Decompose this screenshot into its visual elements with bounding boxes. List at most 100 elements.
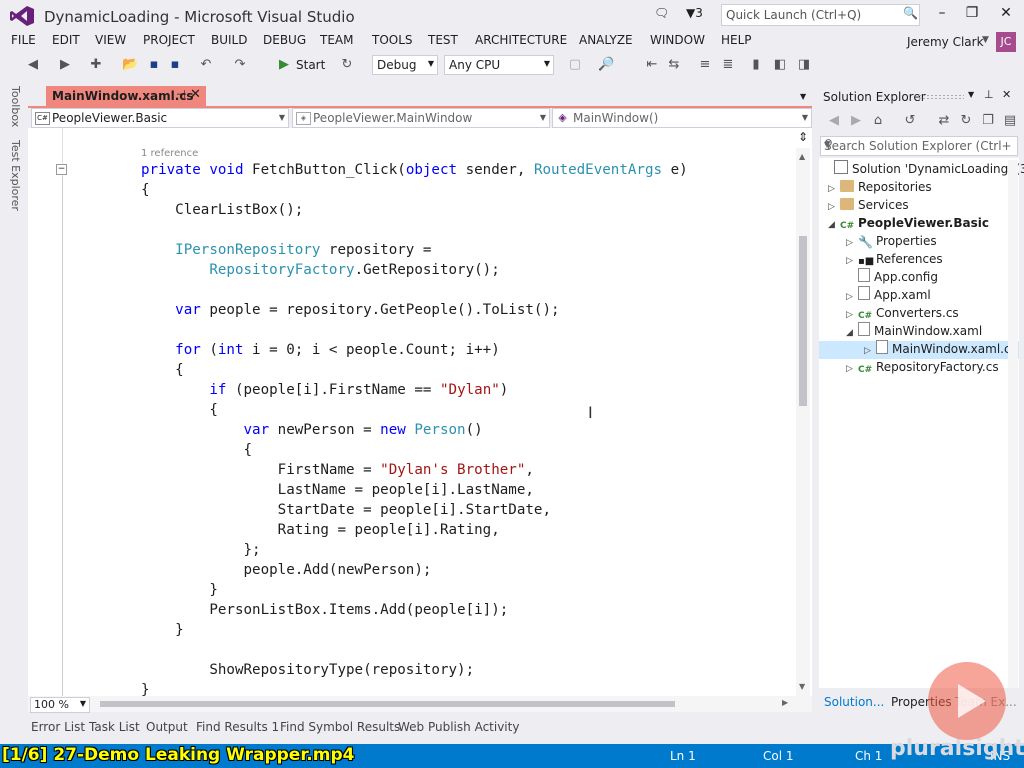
tab-task-list[interactable]: Task List <box>89 720 140 734</box>
tab-find-results-1[interactable]: Find Results 1 <box>196 720 279 734</box>
minimize-button[interactable]: – <box>928 5 956 25</box>
close-panel-icon[interactable]: ✕ <box>1002 88 1011 101</box>
tab-overflow-icon[interactable]: ▼ <box>800 92 806 101</box>
user-dropdown-icon[interactable]: ▼ <box>982 35 989 45</box>
notification-icon[interactable]: 🗨 <box>654 6 669 20</box>
project-nav-dropdown[interactable]: C# PeopleViewer.Basic ▼ <box>31 108 289 128</box>
user-name[interactable]: Jeremy Clark <box>907 35 984 49</box>
home-icon[interactable]: ⌂ <box>870 113 886 129</box>
editor-vertical-scrollbar[interactable] <box>796 148 810 696</box>
feedback-filter-icon[interactable]: ▼3 <box>686 6 703 20</box>
configuration-dropdown[interactable]: Debug ▼ <box>372 55 438 75</box>
tab-find-symbol-results[interactable]: Find Symbol Results <box>280 720 400 734</box>
save-all-icon[interactable]: ▪ <box>167 57 183 73</box>
tree-item-properties[interactable]: ▷ 🔧 Properties <box>846 232 937 250</box>
properties-icon[interactable]: ▤ <box>1002 113 1018 129</box>
bookmark-icon[interactable]: ▮ <box>748 57 764 73</box>
horizontal-scroll-thumb[interactable] <box>100 701 675 707</box>
menu-architecture[interactable]: ARCHITECTURE <box>475 33 567 47</box>
find-icon[interactable]: 🔎 <box>598 57 614 73</box>
member-nav-dropdown[interactable]: ◈ MainWindow() ▼ <box>552 108 812 128</box>
back-icon[interactable]: ◀ <box>25 57 41 73</box>
menu-edit[interactable]: EDIT <box>52 33 80 47</box>
collapse-all-icon[interactable]: ❐ <box>980 113 996 129</box>
collapse-region-icon[interactable]: − <box>56 164 67 175</box>
menu-window[interactable]: WINDOW <box>650 33 705 47</box>
tree-item-app-config[interactable]: App.config <box>858 268 938 286</box>
tree-item-solution[interactable]: Solution 'DynamicLoading' (3 p <box>834 160 1024 178</box>
sync-icon[interactable]: ⇆ <box>666 57 682 73</box>
tab-error-list[interactable]: Error List <box>31 720 85 734</box>
menu-team[interactable]: TEAM <box>320 33 353 47</box>
code-lens-reference[interactable]: 1 reference <box>141 148 198 159</box>
undo-icon[interactable]: ↶ <box>198 57 214 73</box>
uncomment-icon[interactable]: ≣ <box>720 57 736 73</box>
tab-web-publish-activity[interactable]: Web Publish Activity <box>398 720 519 734</box>
start-button[interactable]: Start <box>296 58 325 72</box>
refresh-icon[interactable]: ↻ <box>339 57 355 73</box>
tree-item-app-xaml[interactable]: ▷ App.xaml <box>846 286 931 304</box>
scroll-thumb[interactable] <box>799 236 807 406</box>
collapse-icon[interactable]: ◢ <box>846 324 858 342</box>
play-overlay-icon[interactable] <box>928 662 1006 740</box>
new-project-icon[interactable]: ✚ <box>88 57 104 73</box>
menu-test[interactable]: TEST <box>428 33 458 47</box>
navigate-icon[interactable]: ⇤ <box>644 57 660 73</box>
history-icon[interactable]: ↺ <box>902 113 918 129</box>
save-icon[interactable]: ▪ <box>146 57 162 73</box>
tab-solution-explorer[interactable]: Solution... <box>824 695 884 709</box>
tree-item-mainwindow-xaml[interactable]: ◢ MainWindow.xaml <box>846 322 982 340</box>
menu-help[interactable]: HELP <box>721 33 752 47</box>
forward-icon[interactable]: ▶ <box>57 57 73 73</box>
expand-icon[interactable]: ▷ <box>846 252 858 270</box>
start-icon[interactable]: ▶ <box>276 57 292 73</box>
redo-icon[interactable]: ↷ <box>232 57 248 73</box>
refresh-icon[interactable]: ↻ <box>958 113 974 129</box>
window-position-icon[interactable]: ▼ <box>968 90 974 99</box>
pin-icon[interactable]: ⊣ <box>176 88 186 101</box>
menu-file[interactable]: FILE <box>11 33 36 47</box>
tree-item-services[interactable]: ▷ Services <box>828 196 909 214</box>
tree-scrollbar[interactable] <box>1008 160 1018 688</box>
tree-item-converters[interactable]: ▷ C# Converters.cs <box>846 304 959 322</box>
attach-icon[interactable]: ▢ <box>567 57 583 73</box>
menu-analyze[interactable]: ANALYZE <box>579 33 633 47</box>
avatar[interactable]: JC <box>996 32 1016 52</box>
tree-item-repositories[interactable]: ▷ Repositories <box>828 178 932 196</box>
next-bookmark-icon[interactable]: ◨ <box>796 57 812 73</box>
close-tab-icon[interactable]: ✕ <box>190 87 201 102</box>
platform-dropdown[interactable]: Any CPU ▼ <box>444 55 554 75</box>
menu-view[interactable]: VIEW <box>95 33 126 47</box>
back-icon[interactable]: ◀ <box>826 113 842 129</box>
tab-output[interactable]: Output <box>146 720 188 734</box>
tree-item-peopleviewer-basic[interactable]: ◢ C# PeopleViewer.Basic <box>828 214 989 232</box>
tree-item-references[interactable]: ▷ ▪■ References <box>846 250 943 268</box>
comment-icon[interactable]: ≡ <box>697 57 713 73</box>
menu-build[interactable]: BUILD <box>211 33 247 47</box>
menu-project[interactable]: PROJECT <box>143 33 195 47</box>
close-window-button[interactable]: ✕ <box>992 5 1020 25</box>
quick-launch-input[interactable]: Quick Launch (Ctrl+Q) 🔍 <box>721 4 920 26</box>
pending-changes-icon[interactable]: ⇄ <box>936 113 952 129</box>
scroll-down-icon[interactable]: ▼ <box>799 682 805 691</box>
split-window-icon[interactable]: ⇕ <box>798 130 808 144</box>
scroll-up-icon[interactable]: ▲ <box>799 152 805 161</box>
tree-item-mainwindow-xaml-cs[interactable]: ▷ MainWindow.xaml.cs <box>864 340 1017 358</box>
restore-button[interactable]: ❐ <box>958 5 986 25</box>
menu-debug[interactable]: DEBUG <box>263 33 306 47</box>
solution-search-input[interactable]: Search Solution Explorer (Ctrl+ ⚲ ▼ <box>820 136 1018 156</box>
type-nav-dropdown[interactable]: ◈ PeopleViewer.MainWindow ▼ <box>292 108 550 128</box>
tree-item-repositoryfactory[interactable]: ▷ C# RepositoryFactory.cs <box>846 358 999 376</box>
prev-bookmark-icon[interactable]: ◧ <box>772 57 788 73</box>
zoom-dropdown[interactable]: 100 % ▼ <box>30 697 90 713</box>
forward-icon[interactable]: ▶ <box>848 113 864 129</box>
expand-icon[interactable]: ▷ <box>846 360 858 378</box>
test-explorer-tab[interactable]: Test Explorer <box>9 140 22 211</box>
document-tab-mainwindow[interactable]: MainWindow.xaml.cs ⊣ ✕ <box>46 86 206 106</box>
collapse-icon[interactable]: ◢ <box>828 216 840 234</box>
toolbox-tab[interactable]: Toolbox <box>9 86 22 127</box>
open-file-icon[interactable]: 📂 <box>122 57 138 73</box>
scroll-right-icon[interactable]: ▶ <box>782 698 788 707</box>
pin-icon[interactable]: ⊥ <box>984 88 994 101</box>
menu-tools[interactable]: TOOLS <box>372 33 413 47</box>
